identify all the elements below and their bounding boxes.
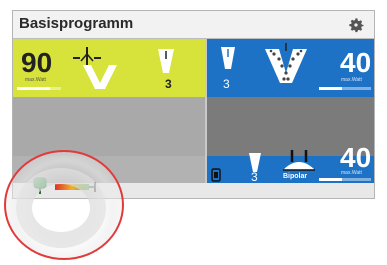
intensity-icon (221, 47, 235, 69)
empty-channel-left (13, 97, 205, 156)
left-channel-card[interactable]: 90 max.Watt 3 (13, 39, 205, 97)
bipolar-mode-label: Bipolar (283, 173, 308, 180)
device-panel: Basisprogramm 90 max.Watt 3 3 40 max.Wat… (12, 10, 375, 199)
left-power-bar (17, 87, 50, 90)
right-power-value: 40 (340, 47, 372, 78)
bipolar-channel-card[interactable]: 3 Bipolar 40 max.Watt (207, 144, 374, 184)
cut-electrode-icon (73, 47, 117, 89)
title-bar: Basisprogramm (13, 11, 374, 39)
footswitch-icon[interactable] (33, 177, 47, 195)
gear-icon[interactable] (346, 15, 366, 35)
color-scale-icon (55, 182, 96, 192)
left-power-value: 90 (21, 47, 53, 78)
bipolar-forceps-icon (283, 150, 315, 171)
bipolar-power-bar (319, 178, 342, 181)
bipolar-power-unit: max.Watt (341, 170, 362, 176)
right-channel-card[interactable]: 3 40 max.Watt (207, 39, 374, 97)
intensity-icon (158, 49, 174, 73)
program-title: Basisprogramm (19, 15, 134, 32)
bipolar-effect-level: 3 (251, 170, 258, 184)
channel-row-1: 90 max.Watt 3 3 40 max.Watt (13, 39, 374, 97)
right-effect-level: 3 (223, 77, 230, 91)
left-power-unit: max.Watt (25, 77, 46, 83)
status-bar (13, 177, 374, 198)
right-power-unit: max.Watt (341, 77, 362, 83)
left-effect-level: 3 (165, 77, 172, 91)
channel-row-2 (13, 97, 374, 156)
coag-spray-icon (265, 43, 307, 83)
channel-row-3: 3 Bipolar 40 max.Watt (13, 144, 374, 184)
bipolar-power-value: 40 (340, 142, 372, 173)
socket-icon (211, 168, 221, 182)
right-power-bar (319, 87, 342, 90)
